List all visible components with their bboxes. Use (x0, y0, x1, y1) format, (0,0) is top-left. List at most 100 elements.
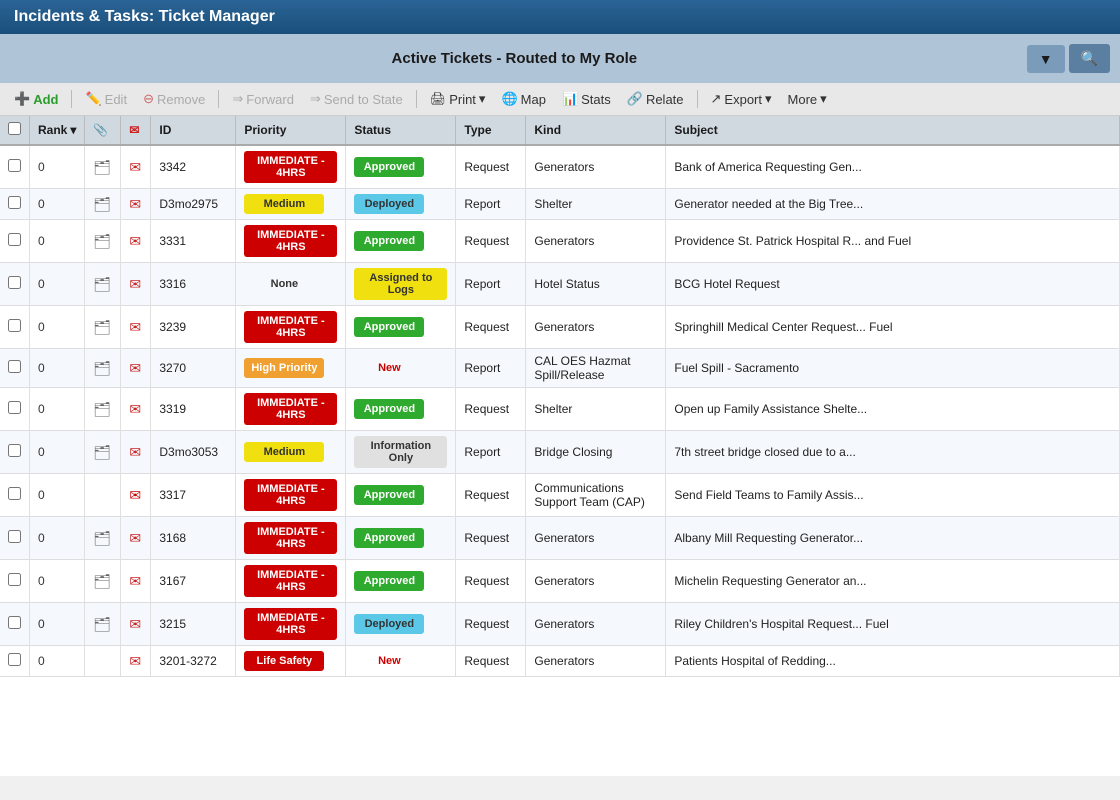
table-row[interactable]: 0🗂✉3342IMMEDIATE - 4HRSApprovedRequestGe… (0, 145, 1120, 189)
table-row[interactable]: 0🗂✉D3mo3053MediumInformation OnlyReportB… (0, 431, 1120, 474)
separator-2 (218, 90, 219, 108)
table-row[interactable]: 0✉3201-3272Life SafetyNewRequestGenerato… (0, 646, 1120, 677)
table-row[interactable]: 0🗂✉3270High PriorityNewReportCAL OES Haz… (0, 349, 1120, 388)
col-header-kind[interactable]: Kind (526, 116, 666, 145)
row-subject: Open up Family Assistance Shelte... (666, 388, 1120, 431)
map-icon: 🌐 (501, 91, 517, 107)
col-header-id[interactable]: ID (151, 116, 236, 145)
more-dropdown-icon: ▾ (820, 91, 827, 107)
table-row[interactable]: 0🗂✉3239IMMEDIATE - 4HRSApprovedRequestGe… (0, 306, 1120, 349)
row-checkbox[interactable] (8, 653, 21, 666)
export-dropdown-icon: ▾ (765, 91, 772, 107)
row-checkbox-cell[interactable] (0, 189, 30, 220)
edit-icon: ✏️ (85, 91, 101, 107)
row-checkbox[interactable] (8, 616, 21, 629)
edit-button[interactable]: ✏️ Edit (79, 88, 133, 110)
table-row[interactable]: 0🗂✉3331IMMEDIATE - 4HRSApprovedRequestGe… (0, 220, 1120, 263)
row-subject: Bank of America Requesting Gen... (666, 145, 1120, 189)
col-header-check[interactable] (0, 116, 30, 145)
table-row[interactable]: 0✉3317IMMEDIATE - 4HRSApprovedRequestCom… (0, 474, 1120, 517)
row-type: Request (456, 517, 526, 560)
table-row[interactable]: 0🗂✉D3mo2975MediumDeployedReportShelterGe… (0, 189, 1120, 220)
col-header-priority[interactable]: Priority (236, 116, 346, 145)
map-button[interactable]: 🌐 Map (495, 88, 551, 110)
table-row[interactable]: 0🗂✉3319IMMEDIATE - 4HRSApprovedRequestSh… (0, 388, 1120, 431)
row-checkbox[interactable] (8, 487, 21, 500)
row-checkbox[interactable] (8, 276, 21, 289)
row-status: New (346, 349, 456, 388)
add-button[interactable]: ➕ Add (8, 88, 64, 110)
view-dropdown-button[interactable]: ▼ (1027, 45, 1065, 73)
add-icon: ➕ (14, 91, 30, 107)
row-priority: IMMEDIATE - 4HRS (236, 306, 346, 349)
table-row[interactable]: 0🗂✉3316NoneAssigned to LogsReportHotel S… (0, 263, 1120, 306)
row-checkbox[interactable] (8, 530, 21, 543)
row-id: 3342 (151, 145, 236, 189)
forward-button[interactable]: ⇒ Forward (226, 88, 300, 110)
remove-button[interactable]: ⊖ Remove (137, 88, 211, 110)
row-status: Approved (346, 306, 456, 349)
row-type: Report (456, 349, 526, 388)
row-attach: 🗂 (85, 349, 121, 388)
stats-button[interactable]: 📊 Stats (556, 88, 617, 110)
row-checkbox[interactable] (8, 401, 21, 414)
row-checkbox-cell[interactable] (0, 145, 30, 189)
row-priority: Medium (236, 431, 346, 474)
attach-icon: 🗂 (93, 196, 111, 212)
table-row[interactable]: 0🗂✉3215IMMEDIATE - 4HRSDeployedRequestGe… (0, 603, 1120, 646)
table-row[interactable]: 0🗂✉3168IMMEDIATE - 4HRSApprovedRequestGe… (0, 517, 1120, 560)
select-all-checkbox[interactable] (8, 122, 21, 135)
row-checkbox-cell[interactable] (0, 646, 30, 677)
row-checkbox[interactable] (8, 319, 21, 332)
row-status: Approved (346, 474, 456, 517)
row-checkbox-cell[interactable] (0, 431, 30, 474)
row-checkbox[interactable] (8, 360, 21, 373)
export-button[interactable]: ↗ Export ▾ (705, 88, 778, 110)
row-checkbox-cell[interactable] (0, 560, 30, 603)
row-checkbox-cell[interactable] (0, 263, 30, 306)
print-button[interactable]: 🖨 Print ▾ (424, 88, 492, 110)
row-checkbox-cell[interactable] (0, 603, 30, 646)
row-checkbox[interactable] (8, 573, 21, 586)
relate-button[interactable]: 🔗 Relate (621, 88, 690, 110)
attach-icon: 🗂 (93, 159, 111, 175)
row-rank: 0 (30, 646, 85, 677)
view-search-button[interactable]: 🔍 (1069, 44, 1110, 73)
row-checkbox-cell[interactable] (0, 220, 30, 263)
row-rank: 0 (30, 263, 85, 306)
col-header-subject[interactable]: Subject (666, 116, 1120, 145)
row-checkbox-cell[interactable] (0, 306, 30, 349)
table-body: 0🗂✉3342IMMEDIATE - 4HRSApprovedRequestGe… (0, 145, 1120, 677)
col-header-status[interactable]: Status (346, 116, 456, 145)
table-row[interactable]: 0🗂✉3167IMMEDIATE - 4HRSApprovedRequestGe… (0, 560, 1120, 603)
row-attach: 🗂 (85, 560, 121, 603)
attach-icon: 🗂 (93, 616, 111, 632)
row-checkbox-cell[interactable] (0, 388, 30, 431)
row-priority: None (236, 263, 346, 306)
row-checkbox-cell[interactable] (0, 349, 30, 388)
row-checkbox-cell[interactable] (0, 474, 30, 517)
row-kind: Generators (526, 220, 666, 263)
row-checkbox[interactable] (8, 159, 21, 172)
row-checkbox[interactable] (8, 233, 21, 246)
row-checkbox-cell[interactable] (0, 517, 30, 560)
row-checkbox[interactable] (8, 196, 21, 209)
row-email: ✉ (121, 603, 151, 646)
email-icon: ✉ (129, 573, 141, 589)
send-to-state-button[interactable]: ⇒ Send to State (304, 88, 409, 110)
row-kind: Shelter (526, 189, 666, 220)
email-icon: ✉ (129, 233, 141, 249)
col-header-type[interactable]: Type (456, 116, 526, 145)
row-attach: 🗂 (85, 263, 121, 306)
forward-icon: ⇒ (232, 91, 243, 107)
row-checkbox[interactable] (8, 444, 21, 457)
row-id: 3239 (151, 306, 236, 349)
row-kind: Shelter (526, 388, 666, 431)
row-rank: 0 (30, 189, 85, 220)
more-button[interactable]: More ▾ (782, 88, 833, 110)
row-rank: 0 (30, 474, 85, 517)
row-id: D3mo3053 (151, 431, 236, 474)
col-header-rank[interactable]: Rank ▾ (30, 116, 85, 145)
row-type: Request (456, 646, 526, 677)
row-attach: 🗂 (85, 603, 121, 646)
